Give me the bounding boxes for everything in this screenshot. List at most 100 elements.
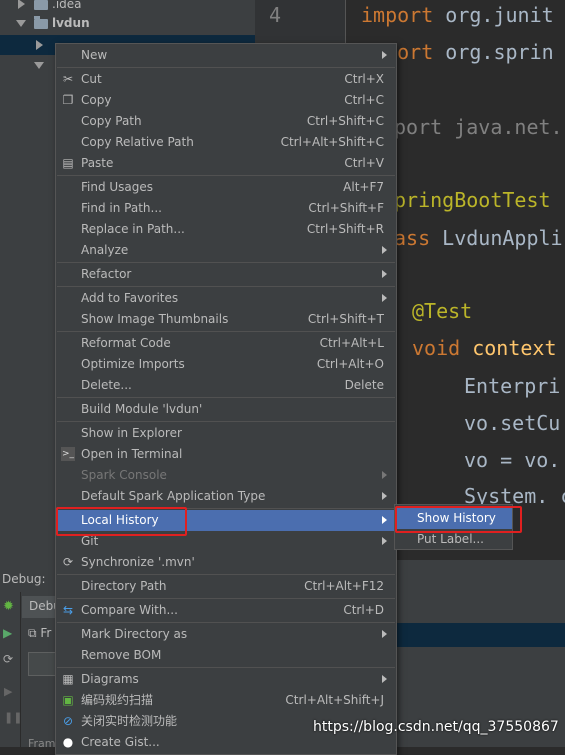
code-line: ass LvdunAppli: [394, 226, 563, 250]
menu-item-replace-in-path[interactable]: Replace in Path... Ctrl+Shift+R: [56, 219, 396, 240]
menu-item-add-to-favorites[interactable]: Add to Favorites: [56, 288, 396, 309]
menu-item-analyze[interactable]: Analyze: [56, 240, 396, 261]
menu-item-label: Remove BOM: [81, 648, 162, 662]
menu-item-paste[interactable]: ▤ Paste Ctrl+V: [56, 153, 396, 174]
menu-separator: [57, 331, 395, 332]
paste-icon: ▤: [62, 156, 74, 170]
menu-item-directory-path[interactable]: Directory Path Ctrl+Alt+F12: [56, 576, 396, 597]
menu-item-show-image-thumbnails[interactable]: Show Image Thumbnails Ctrl+Shift+T: [56, 309, 396, 330]
menu-item-open-in-terminal[interactable]: >_ Open in Terminal: [56, 444, 396, 465]
menu-item-create-gist[interactable]: ● Create Gist...: [56, 732, 396, 753]
menu-item-copy-relative-path[interactable]: Copy Relative Path Ctrl+Alt+Shift+C: [56, 132, 396, 153]
menu-item-label: Mark Directory as: [81, 627, 188, 641]
collapse-arrow-icon[interactable]: [34, 62, 44, 69]
submenu-arrow-icon: [382, 537, 387, 545]
menu-item-shortcut: Ctrl+Alt+Shift+J: [285, 693, 384, 707]
menu-separator: [57, 286, 395, 287]
menu-item-label: Show in Explorer: [81, 426, 182, 440]
menu-item-show-in-explorer[interactable]: Show in Explorer: [56, 423, 396, 444]
submenu-arrow-icon: [382, 294, 387, 302]
menu-separator: [57, 67, 395, 68]
menu-item-label: Copy Path: [81, 114, 142, 128]
menu-separator: [57, 421, 395, 422]
menu-item-label: Diagrams: [81, 672, 139, 686]
frames-tab[interactable]: ⧉ Fr: [28, 626, 51, 641]
menu-item-label: Open in Terminal: [81, 447, 183, 461]
menu-item-label: Directory Path: [81, 579, 167, 593]
menu-item-delete[interactable]: Delete... Delete: [56, 375, 396, 396]
submenu-arrow-icon: [382, 471, 387, 479]
menu-item-label: Replace in Path...: [81, 222, 185, 236]
menu-item-label: Build Module 'lvdun': [81, 402, 203, 416]
tree-item-lvdun[interactable]: lvdun: [0, 13, 255, 33]
menu-item-shortcut: Ctrl+C: [344, 93, 384, 107]
menu-item-shortcut: Ctrl+Shift+R: [306, 222, 384, 236]
menu-item-copy-path[interactable]: Copy Path Ctrl+Shift+C: [56, 111, 396, 132]
pause-icon[interactable]: ❚❚: [4, 712, 22, 724]
expand-arrow-icon[interactable]: [36, 40, 43, 50]
menu-item-label: Spark Console: [81, 468, 167, 482]
menu-item-reformat-code[interactable]: Reformat Code Ctrl+Alt+L: [56, 333, 396, 354]
submenu-arrow-icon: [382, 516, 387, 524]
menu-item-find-usages[interactable]: Find Usages Alt+F7: [56, 177, 396, 198]
code-line: vo = vo.: [464, 448, 561, 472]
resume-icon[interactable]: ▶: [4, 686, 16, 698]
menu-item-label: Refactor: [81, 267, 132, 281]
menu-item-remove-bom[interactable]: Remove BOM: [56, 645, 396, 666]
menu-item-synchronize[interactable]: ⟳ Synchronize '.mvn': [56, 552, 396, 573]
menu-item-label: Cut: [81, 72, 102, 86]
menu-item-optimize-imports[interactable]: Optimize Imports Ctrl+Alt+O: [56, 354, 396, 375]
menu-item-shortcut: Ctrl+Shift+C: [306, 114, 384, 128]
menu-item-shortcut: Ctrl+Alt+F12: [304, 579, 384, 593]
menu-item-diagrams[interactable]: ▦ Diagrams: [56, 669, 396, 690]
menu-item-label: Reformat Code: [81, 336, 171, 350]
menu-item-shortcut: Delete: [344, 378, 384, 392]
folder-icon: [34, 0, 48, 10]
line-number: 4: [269, 3, 282, 27]
menu-item-label: Create Gist...: [81, 735, 160, 749]
frames-tab-label: Fr: [40, 626, 52, 640]
menu-item-label: Copy: [81, 93, 112, 107]
menu-item-code-scan[interactable]: ▣ 编码规约扫描 Ctrl+Alt+Shift+J: [56, 690, 396, 711]
menu-item-label: Add to Favorites: [81, 291, 179, 305]
menu-item-label: Delete...: [81, 378, 132, 392]
tree-item-idea[interactable]: .idea: [0, 0, 255, 14]
scan-icon: ▣: [62, 693, 74, 707]
submenu-arrow-icon: [382, 675, 387, 683]
menu-item-label: Copy Relative Path: [81, 135, 194, 149]
submenu-arrow-icon: [382, 270, 387, 278]
menu-item-compare-with[interactable]: ⇆ Compare With... Ctrl+D: [56, 600, 396, 621]
code-line: vo.setCu: [464, 411, 561, 435]
menu-item-find-in-path[interactable]: Find in Path... Ctrl+Shift+F: [56, 198, 396, 219]
terminal-icon: >_: [61, 447, 75, 461]
menu-item-mark-directory-as[interactable]: Mark Directory as: [56, 624, 396, 645]
menu-item-new[interactable]: New: [56, 45, 396, 66]
menu-item-default-spark-application-type[interactable]: Default Spark Application Type: [56, 486, 396, 507]
menu-item-cut[interactable]: ✂ Cut Ctrl+X: [56, 69, 396, 90]
submenu-arrow-icon: [382, 492, 387, 500]
restore-icon[interactable]: ⟳: [3, 652, 17, 666]
menu-item-label: Show Image Thumbnails: [81, 312, 229, 326]
menu-item-label: Find in Path...: [81, 201, 162, 215]
menu-item-build-module[interactable]: Build Module 'lvdun': [56, 399, 396, 420]
menu-separator: [57, 598, 395, 599]
expand-arrow-icon[interactable]: [18, 0, 25, 9]
menu-item-copy[interactable]: ❐ Copy Ctrl+C: [56, 90, 396, 111]
bug-icon[interactable]: ✹: [3, 600, 17, 614]
collapse-arrow-icon[interactable]: [16, 20, 26, 27]
rerun-icon[interactable]: ▶: [3, 626, 17, 640]
thread-dropdown[interactable]: [28, 652, 56, 676]
submenu-arrow-icon: [382, 630, 387, 638]
menu-item-label: New: [81, 48, 108, 62]
menu-separator: [57, 667, 395, 668]
block-icon: ⊘: [62, 714, 74, 728]
menu-item-refactor[interactable]: Refactor: [56, 264, 396, 285]
copy-icon: ❐: [62, 93, 74, 107]
code-line: port java.net.: [394, 115, 563, 139]
menu-item-shortcut: Ctrl+Alt+Shift+C: [280, 135, 384, 149]
menu-item-label: Analyze: [81, 243, 129, 257]
menu-item-shortcut: Ctrl+D: [343, 603, 384, 617]
menu-item-shortcut: Ctrl+Shift+T: [307, 312, 384, 326]
annotation-box-local-history: [56, 507, 187, 536]
menu-separator: [57, 397, 395, 398]
